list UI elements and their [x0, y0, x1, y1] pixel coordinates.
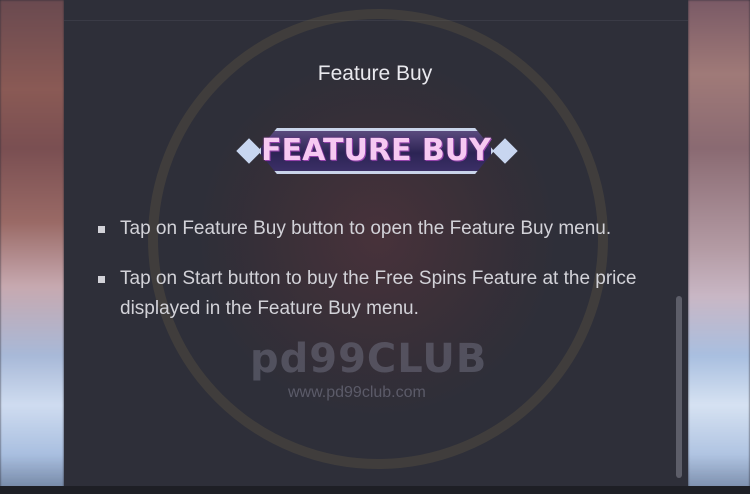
diamond-icon	[492, 138, 518, 164]
list-item-text: Tap on Feature Buy button to open the Fe…	[120, 218, 612, 239]
list-item-text: Tap on Start button to buy the Free Spin…	[120, 268, 637, 319]
feature-buy-badge: FEATURE BUY	[234, 124, 520, 180]
page-title: Feature Buy	[317, 62, 433, 85]
bottom-bar	[0, 486, 750, 494]
instruction-list: Tap on Feature Buy button to open the Fe…	[98, 214, 648, 344]
bullet-icon	[98, 226, 105, 233]
scrollbar[interactable]	[676, 296, 682, 478]
list-item: Tap on Start button to buy the Free Spin…	[98, 264, 648, 324]
watermark-url: www.pd99club.com	[288, 384, 426, 401]
list-item: Tap on Feature Buy button to open the Fe…	[98, 214, 648, 244]
bullet-icon	[98, 276, 105, 283]
badge-label: FEATURE BUY	[261, 133, 491, 168]
